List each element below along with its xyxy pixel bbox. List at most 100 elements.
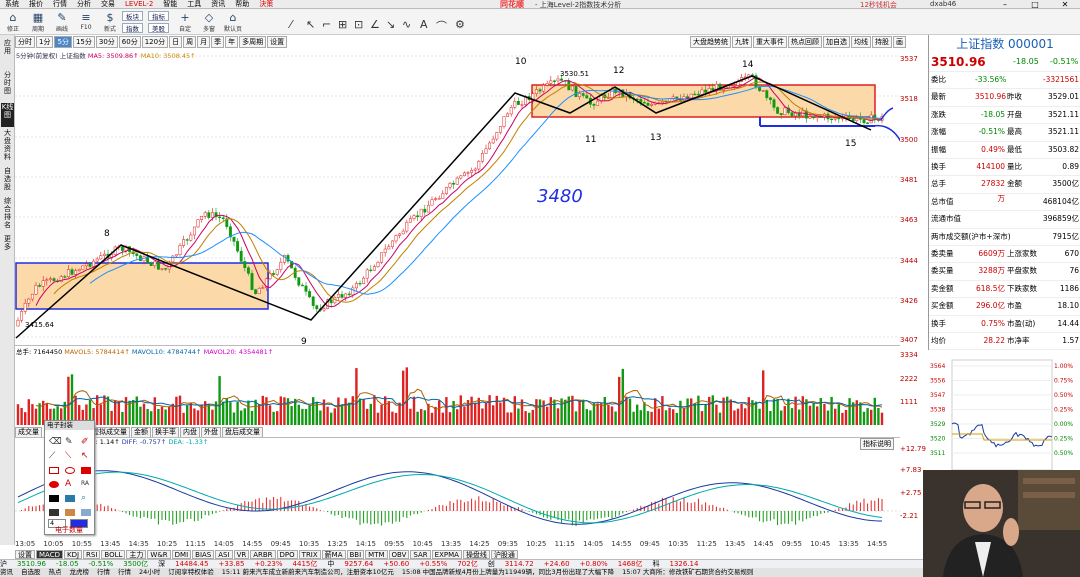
toolbar-new-button[interactable]: $ 新式: [99, 11, 121, 33]
line-tool-icon[interactable]: ⟋: [49, 451, 59, 461]
tab-indicator[interactable]: ASI: [215, 550, 233, 559]
tab-indicator[interactable]: TRIX: [298, 550, 321, 559]
tab-draw[interactable]: 画: [893, 36, 906, 48]
menu-quote[interactable]: 报价: [24, 0, 48, 9]
tab-period[interactable]: 120分: [141, 36, 169, 48]
tab-period[interactable]: 30分: [95, 36, 118, 48]
news-item[interactable]: 15:08 中国品牌新规4月份上牌量为11949辆，同比3月份出现了大幅下降: [402, 568, 614, 577]
tab-period[interactable]: 多周期: [239, 36, 267, 48]
news-item[interactable]: 资讯: [0, 568, 13, 577]
menu-analysis[interactable]: 分析: [72, 0, 96, 9]
tab-indicator[interactable]: RSI: [83, 550, 101, 559]
circle-fill-icon[interactable]: [49, 481, 59, 488]
tab-hot-review[interactable]: 热点回顾: [788, 36, 822, 48]
draw-box-icon[interactable]: ⊡: [354, 18, 363, 31]
tab-indicator[interactable]: EXPMA: [431, 550, 462, 559]
tab-indicator[interactable]: BIAS: [192, 550, 215, 559]
tab-indicator[interactable]: MTM: [365, 550, 388, 559]
rotate-text-icon[interactable]: RA: [81, 480, 91, 487]
tab-indicator[interactable]: SAR: [410, 550, 431, 559]
tab-period[interactable]: 1分: [36, 36, 54, 48]
sidebar-item-timeshare[interactable]: 分时图: [1, 71, 14, 101]
sidebar-item-more[interactable]: 更多: [1, 235, 14, 255]
news-item[interactable]: 行情: [118, 568, 131, 577]
tab-settings[interactable]: 设置: [267, 36, 288, 48]
tab-indicator[interactable]: 操盘线: [462, 550, 490, 559]
ellipse-outline-icon[interactable]: [65, 467, 75, 474]
eraser-icon[interactable]: ⌫: [49, 437, 62, 447]
tab-period[interactable]: 日: [169, 36, 183, 48]
tab-indicator[interactable]: DMI: [171, 550, 192, 559]
menu-smart[interactable]: 智能: [158, 0, 182, 9]
macd-chart[interactable]: [15, 437, 900, 540]
news-item[interactable]: 15:07 大商所：修改铁矿石期货合约交易规则: [622, 568, 753, 577]
news-item[interactable]: 龙虎榜: [70, 568, 90, 577]
sidebar-item-apps[interactable]: 应用: [1, 39, 14, 69]
tab-holdings[interactable]: 持股: [872, 36, 892, 48]
sidebar-item-watchlist[interactable]: 自选股: [1, 167, 14, 195]
sidebar-item-kline[interactable]: K线图: [1, 103, 14, 127]
tag-sector-button[interactable]: 板块: [122, 11, 143, 21]
draw-angle-icon[interactable]: ∠: [370, 18, 380, 31]
tab-indicator[interactable]: BBI: [346, 550, 365, 559]
maximize-icon[interactable]: □: [1020, 0, 1050, 9]
menu-system[interactable]: 系统: [0, 0, 24, 9]
toolbar-f10-button[interactable]: ≡ F10: [75, 11, 97, 33]
menu-tools[interactable]: 工具: [182, 0, 206, 9]
toolbar-period-button[interactable]: ▦ 周期: [27, 11, 49, 33]
tab-period[interactable]: 月: [197, 36, 211, 48]
news-item[interactable]: 自选股: [21, 568, 41, 577]
intraday-mini-chart[interactable]: 3564 1.00% 3556 0.75% 3547 0.50% 3538 0.25% 3529…: [928, 350, 1080, 470]
tab-trend-stats[interactable]: 大盘趋势统: [690, 36, 731, 48]
zoom-icon[interactable]: ⌕: [81, 494, 91, 503]
tab-indicator[interactable]: VR: [233, 550, 250, 559]
tab-add-watch[interactable]: 加自选: [823, 36, 850, 48]
toolbar-multiwin-button[interactable]: ◇ 多窗: [198, 11, 220, 33]
tag-index-button[interactable]: 指数: [122, 23, 143, 33]
tab-period[interactable]: 15分: [72, 36, 95, 48]
news-item[interactable]: 行情: [97, 568, 110, 577]
tag-indicator-button[interactable]: 指标: [148, 11, 169, 21]
pen-icon[interactable]: ✎: [65, 437, 75, 447]
menu-decision[interactable]: 決策: [254, 0, 278, 9]
draw-down-icon[interactable]: ↘: [386, 18, 395, 31]
tab-indicator[interactable]: MACD: [36, 550, 63, 559]
toolbar-custom-button[interactable]: + 自定: [174, 11, 196, 33]
rect-outline-icon[interactable]: [49, 467, 59, 474]
tab-indicator[interactable]: 设置: [15, 550, 35, 559]
tab-moving-average[interactable]: 均线: [851, 36, 871, 48]
arrow-tool-icon[interactable]: ↖: [81, 451, 91, 461]
draw-arrow-icon[interactable]: ↖: [306, 18, 315, 31]
tab-indicator[interactable]: 薪MA: [321, 550, 346, 559]
draw-tool-palette[interactable]: 电子封装 ⌫ ✎ ✐ ⟋ ⟍ ↖ A RA ⌕ 4 电子数量: [44, 420, 95, 535]
save-icon[interactable]: [49, 509, 59, 516]
draw-settings-icon[interactable]: ⚙: [455, 18, 465, 31]
news-item[interactable]: 热点: [49, 568, 62, 577]
draw-text-icon[interactable]: A: [420, 18, 428, 31]
tab-period-selected[interactable]: 5分: [54, 36, 72, 48]
news-item[interactable]: 24小时: [139, 568, 160, 577]
toolbar-default-button[interactable]: ⌂ 默认页: [222, 11, 244, 33]
black-swatch-icon[interactable]: [49, 495, 59, 502]
red-line-icon[interactable]: ⟍: [65, 451, 75, 461]
sidebar-item-ranking[interactable]: 综合排名: [1, 197, 14, 233]
menu-level2[interactable]: LEVEL-2: [120, 0, 158, 8]
menu-help[interactable]: 帮助: [230, 0, 254, 9]
close-icon[interactable]: ✕: [1050, 0, 1080, 9]
tab-indicator[interactable]: DPO: [276, 550, 298, 559]
copy-icon[interactable]: [81, 509, 91, 516]
tab-indicator[interactable]: W&R: [147, 550, 171, 559]
draw-ray-icon[interactable]: ⌐: [322, 18, 331, 31]
tab-period[interactable]: 年: [225, 36, 239, 48]
tab-nine-turn[interactable]: 九转: [732, 36, 752, 48]
rect-fill-icon[interactable]: [81, 467, 91, 474]
text-tool-icon[interactable]: A: [65, 480, 75, 489]
tag-us-button[interactable]: 美股: [148, 23, 169, 33]
sidebar-item-market-info[interactable]: 大盘资料: [1, 129, 14, 165]
draw-wave-icon[interactable]: ∿: [402, 18, 411, 31]
tab-indicator[interactable]: 沪股通: [490, 550, 518, 559]
toolbar-fix-button[interactable]: ⌂ 修正: [2, 11, 24, 33]
news-item[interactable]: 15:11 蔚来汽车成立新蔚来汽车制造公司，注册资本10亿元: [222, 568, 394, 577]
minimize-icon[interactable]: –: [990, 0, 1020, 9]
menu-market[interactable]: 行情: [48, 0, 72, 9]
